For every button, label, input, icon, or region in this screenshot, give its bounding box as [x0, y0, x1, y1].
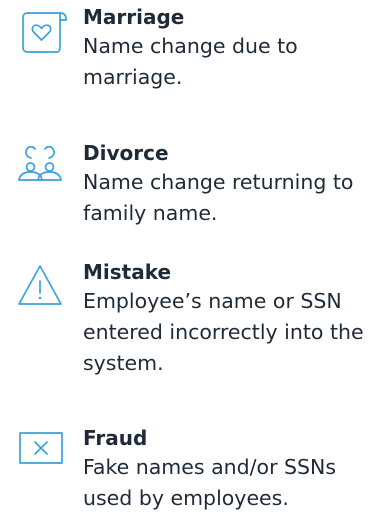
- item-title: Mistake: [83, 260, 172, 284]
- item-description: Name change due to marriage.: [83, 34, 298, 89]
- marriage-certificate-icon: [14, 7, 67, 57]
- item-description: Name change returning to family name.: [83, 170, 354, 225]
- item-description: Employee’s name or SSN entered incorrect…: [83, 289, 364, 375]
- item-description: Fake names and/or SSNs used by employees…: [83, 455, 337, 510]
- warning-triangle-icon: [14, 262, 66, 312]
- item-title: Fraud: [83, 426, 148, 450]
- name-change-reasons-list: Marriage Name change due to marriage. Di…: [0, 0, 385, 516]
- divorce-people-icon: [14, 143, 66, 193]
- item-title: Divorce: [83, 141, 169, 165]
- fraud-x-box-icon: [14, 428, 66, 478]
- item-title: Marriage: [83, 5, 185, 29]
